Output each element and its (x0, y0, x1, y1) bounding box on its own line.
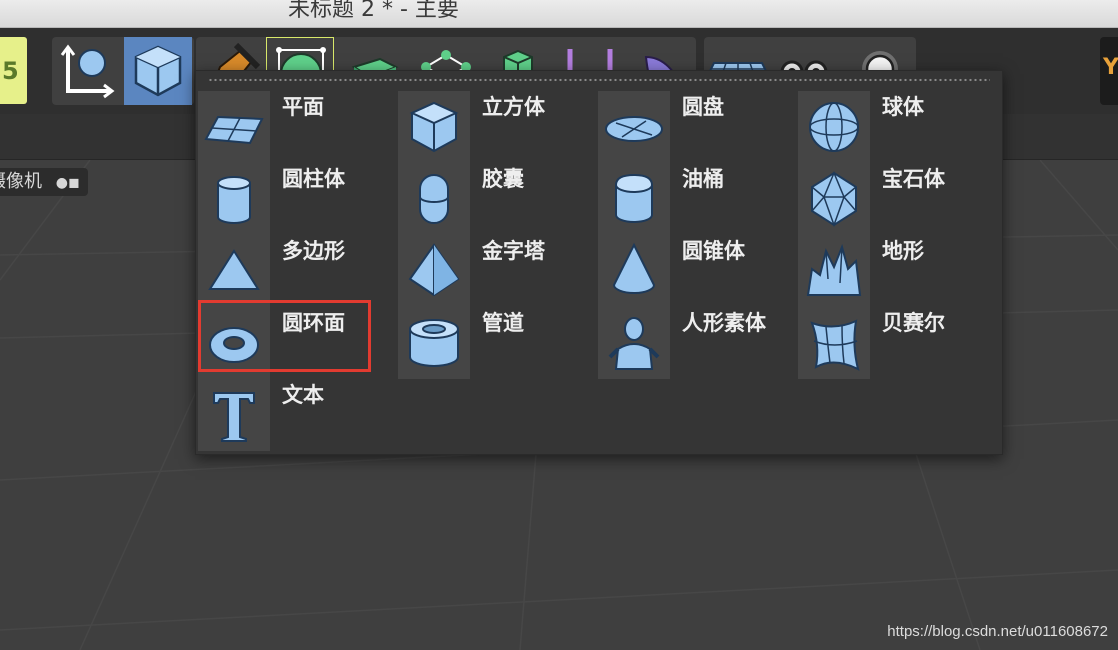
palette-item-platonic[interactable]: 宝石体 (798, 163, 994, 235)
palette-item-plane[interactable]: 平面 (198, 91, 394, 163)
torus-icon (209, 327, 259, 363)
camera-label-text: 摄像机 (0, 171, 42, 192)
camera-icon: ●◼ (55, 175, 80, 191)
cinema4d-logo-icon[interactable]: 5 (0, 37, 27, 104)
camera-label[interactable]: 摄像机 ●◼ (0, 168, 88, 196)
palette-item-bezier[interactable]: 贝赛尔 (798, 307, 994, 379)
sphere-icon (809, 102, 859, 152)
palette-item-text[interactable]: 文本 (198, 379, 394, 451)
palette-item-label: 金字塔 (482, 239, 545, 263)
palette-item-figure[interactable]: 人形素体 (598, 307, 794, 379)
palette-item-label: 胶囊 (482, 167, 524, 191)
palette-item-label: 油桶 (682, 167, 724, 191)
palette-item-polygon[interactable]: 多边形 (198, 235, 394, 307)
palette-drag-handle[interactable] (208, 77, 990, 83)
palette-item-label: 圆锥体 (682, 239, 745, 263)
palette-item-label: 多边形 (282, 239, 345, 263)
plane-icon (204, 115, 264, 145)
palette-item-label: 球体 (882, 95, 924, 119)
palette-item-label: 文本 (282, 383, 324, 407)
cube-icon (409, 101, 459, 153)
palette-item-tube[interactable]: 管道 (398, 307, 594, 379)
cone-icon (612, 242, 656, 294)
palette-item-landscape[interactable]: 地形 (798, 235, 994, 307)
window-title: 未标题 2 * - 主要 (288, 0, 459, 22)
palette-item-label: 立方体 (482, 95, 545, 119)
watermark: https://blog.csdn.net/u011608672 (887, 623, 1108, 640)
window-title-bar: 未标题 2 * - 主要 (0, 0, 1118, 28)
palette-item-label: 圆环面 (282, 311, 345, 335)
platonic-icon (811, 171, 857, 228)
polygon-icon (208, 249, 260, 290)
palette-item-pyramid[interactable]: 金字塔 (398, 235, 594, 307)
coordinate-axis-icon[interactable] (54, 37, 122, 105)
palette-item-disc[interactable]: 圆盘 (598, 91, 794, 163)
palette-item-capsule[interactable]: 胶囊 (398, 163, 594, 235)
palette-item-label: 宝石体 (882, 167, 945, 191)
palette-item-cone[interactable]: 圆锥体 (598, 235, 794, 307)
render-settings-icon[interactable]: Y (1100, 37, 1118, 105)
palette-item-label: 平面 (282, 95, 324, 119)
palette-item-cylinder[interactable]: 圆柱体 (198, 163, 394, 235)
figure-icon (608, 317, 660, 370)
oil-tank-icon (614, 173, 654, 223)
palette-item-label: 管道 (482, 311, 524, 335)
cylinder-icon (217, 176, 251, 224)
palette-item-label: 圆柱体 (282, 167, 345, 191)
palette-item-cube[interactable]: 立方体 (398, 91, 594, 163)
palette-item-label: 地形 (882, 239, 924, 263)
tube-icon (409, 319, 459, 367)
palette-item-label: 圆盘 (682, 95, 724, 119)
bezier-icon (810, 319, 860, 371)
palette-item-torus[interactable]: 圆环面 (198, 307, 394, 379)
palette-item-label: 人形素体 (682, 311, 766, 335)
disc-icon (605, 116, 663, 142)
cube-object-icon[interactable] (124, 37, 192, 105)
palette-item-label: 贝赛尔 (882, 311, 945, 335)
palette-item-sphere[interactable]: 球体 (798, 91, 994, 163)
text-icon (213, 392, 255, 442)
pyramid-icon (408, 243, 460, 297)
landscape-icon (806, 243, 862, 296)
capsule-icon (419, 174, 449, 224)
primitive-object-palette: 平面 圆柱体 多边形 圆环面 文本 立方体 胶囊 金字塔 管道 圆盘 油桶 圆锥… (195, 70, 1003, 455)
palette-item-oil-tank[interactable]: 油桶 (598, 163, 794, 235)
